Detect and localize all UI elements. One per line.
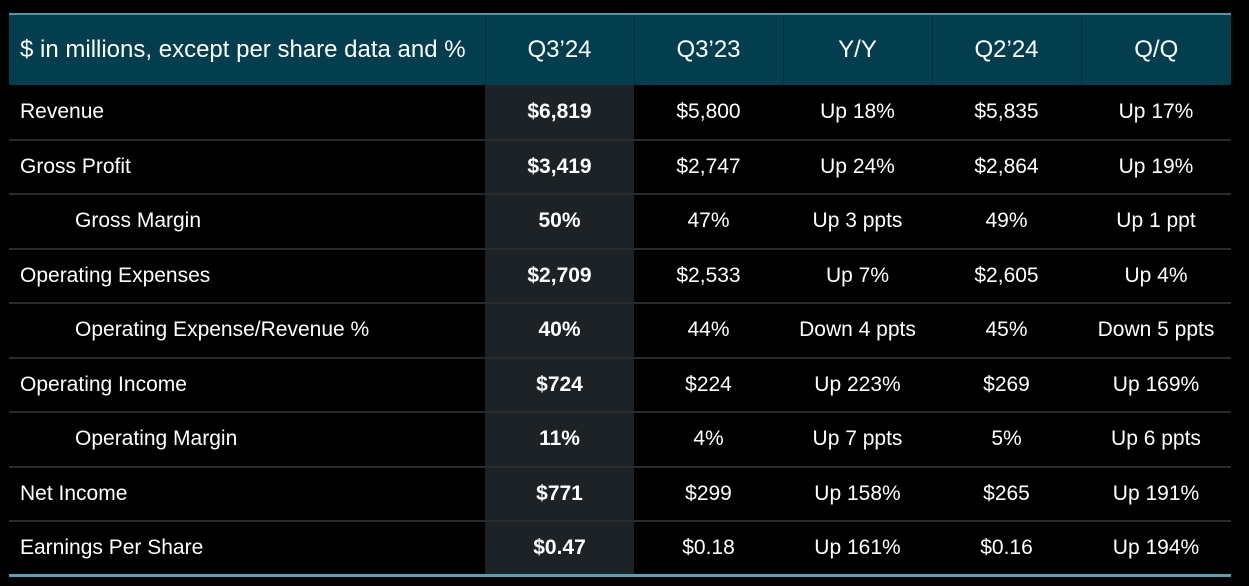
cell-q3-24: $2,709 xyxy=(485,248,634,303)
cell-qoq: Up 6 ppts xyxy=(1111,427,1201,451)
cell-yoy: Down 4 ppts xyxy=(799,318,916,342)
cell-qoq: Up 17% xyxy=(1118,99,1194,123)
table-row-net-income: Net Income $771 $299 Up 158% $265 Up 191… xyxy=(9,466,1231,521)
cell-yoy: Up 7 ppts xyxy=(812,427,903,451)
cell-q3-24: $771 xyxy=(485,466,634,521)
financial-summary-table: $ in millions, except per share data and… xyxy=(9,13,1231,577)
cell-yoy: Up 3 ppts xyxy=(812,209,903,233)
cell-q2-24: $2,605 xyxy=(974,263,1039,287)
header-q3-24: Q3’24 xyxy=(484,14,634,85)
table-row-opex-revenue-pct: Operating Expense/Revenue % 40% 44% Down… xyxy=(9,303,1231,358)
cell-q2-24: 49% xyxy=(985,209,1028,233)
row-label: Revenue xyxy=(20,99,105,123)
cell-q2-24: $269 xyxy=(983,372,1030,396)
cell-yoy: Up 223% xyxy=(814,372,901,396)
cell-yoy: Up 18% xyxy=(820,99,895,123)
cell-q3-23: 44% xyxy=(687,318,730,342)
cell-q3-23: $224 xyxy=(685,372,732,396)
row-label: Operating Income xyxy=(20,372,187,396)
table-row-operating-margin: Operating Margin 11% 4% Up 7 ppts 5% Up … xyxy=(9,412,1231,467)
table-row-gross-margin: Gross Margin 50% 47% Up 3 ppts 49% Up 1 … xyxy=(9,194,1231,249)
header-row: $ in millions, except per share data and… xyxy=(9,14,1231,85)
row-label: Gross Profit xyxy=(20,154,131,178)
header-yoy: Y/Y xyxy=(782,14,932,85)
cell-qoq: Up 1 ppt xyxy=(1116,209,1196,233)
cell-q3-23: $5,800 xyxy=(676,99,741,123)
cell-q3-24: 40% xyxy=(485,303,634,358)
row-label: Net Income xyxy=(20,481,128,505)
cell-q3-23: $299 xyxy=(685,481,732,505)
cell-q3-24: $6,819 xyxy=(485,85,634,140)
cell-q2-24: 5% xyxy=(991,427,1022,451)
cell-yoy: Up 161% xyxy=(814,536,901,559)
row-label: Operating Expenses xyxy=(20,263,211,287)
cell-q2-24: $0.16 xyxy=(980,536,1033,559)
cell-q3-23: $2,747 xyxy=(676,154,741,178)
cell-yoy: Up 7% xyxy=(825,263,890,287)
header-label: $ in millions, except per share data and… xyxy=(20,36,466,63)
cell-q2-24: $2,864 xyxy=(974,154,1039,178)
cell-qoq: Up 169% xyxy=(1112,372,1200,396)
cell-q2-24: $5,835 xyxy=(974,99,1039,123)
header-qoq: Q/Q xyxy=(1080,14,1231,85)
table-row-operating-income: Operating Income $724 $224 Up 223% $269 … xyxy=(9,357,1231,412)
table-row-gross-profit: Gross Profit $3,419 $2,747 Up 24% $2,864… xyxy=(9,139,1231,194)
cell-q3-23: 4% xyxy=(693,427,724,451)
cell-q3-24: 11% xyxy=(485,412,634,467)
table-body: Revenue $6,819 $5,800 Up 18% $5,835 Up 1… xyxy=(9,85,1231,576)
cell-q3-24: $0.47 xyxy=(485,521,634,576)
row-label: Operating Margin xyxy=(75,427,238,451)
cell-qoq: Down 5 ppts xyxy=(1097,318,1215,342)
table-row-operating-expenses: Operating Expenses $2,709 $2,533 Up 7% $… xyxy=(9,248,1231,303)
cell-yoy: Up 158% xyxy=(814,481,901,505)
cell-q3-23: $0.18 xyxy=(682,536,735,559)
table-header: $ in millions, except per share data and… xyxy=(9,14,1231,85)
cell-q2-24: $265 xyxy=(983,481,1030,505)
table-row-eps: Earnings Per Share $0.47 $0.18 Up 161% $… xyxy=(9,521,1231,576)
header-q2-24: Q2’24 xyxy=(931,14,1081,85)
row-label: Operating Expense/Revenue % xyxy=(75,318,370,342)
cell-qoq: Up 194% xyxy=(1112,536,1200,559)
table-row-revenue: Revenue $6,819 $5,800 Up 18% $5,835 Up 1… xyxy=(9,85,1231,140)
cell-qoq: Up 19% xyxy=(1118,154,1194,178)
cell-yoy: Up 24% xyxy=(820,154,895,178)
cell-q3-23: 47% xyxy=(687,209,730,233)
row-label: Gross Margin xyxy=(75,209,202,233)
row-label: Earnings Per Share xyxy=(20,536,204,559)
cell-q3-24: $724 xyxy=(485,357,634,412)
cell-q3-23: $2,533 xyxy=(676,263,741,287)
cell-qoq: Up 4% xyxy=(1124,263,1188,287)
header-q3-23: Q3’23 xyxy=(633,14,783,85)
cell-q3-24: $3,419 xyxy=(485,139,634,194)
cell-q3-24: 50% xyxy=(485,194,634,249)
cell-qoq: Up 191% xyxy=(1112,481,1200,505)
cell-q2-24: 45% xyxy=(985,318,1028,342)
